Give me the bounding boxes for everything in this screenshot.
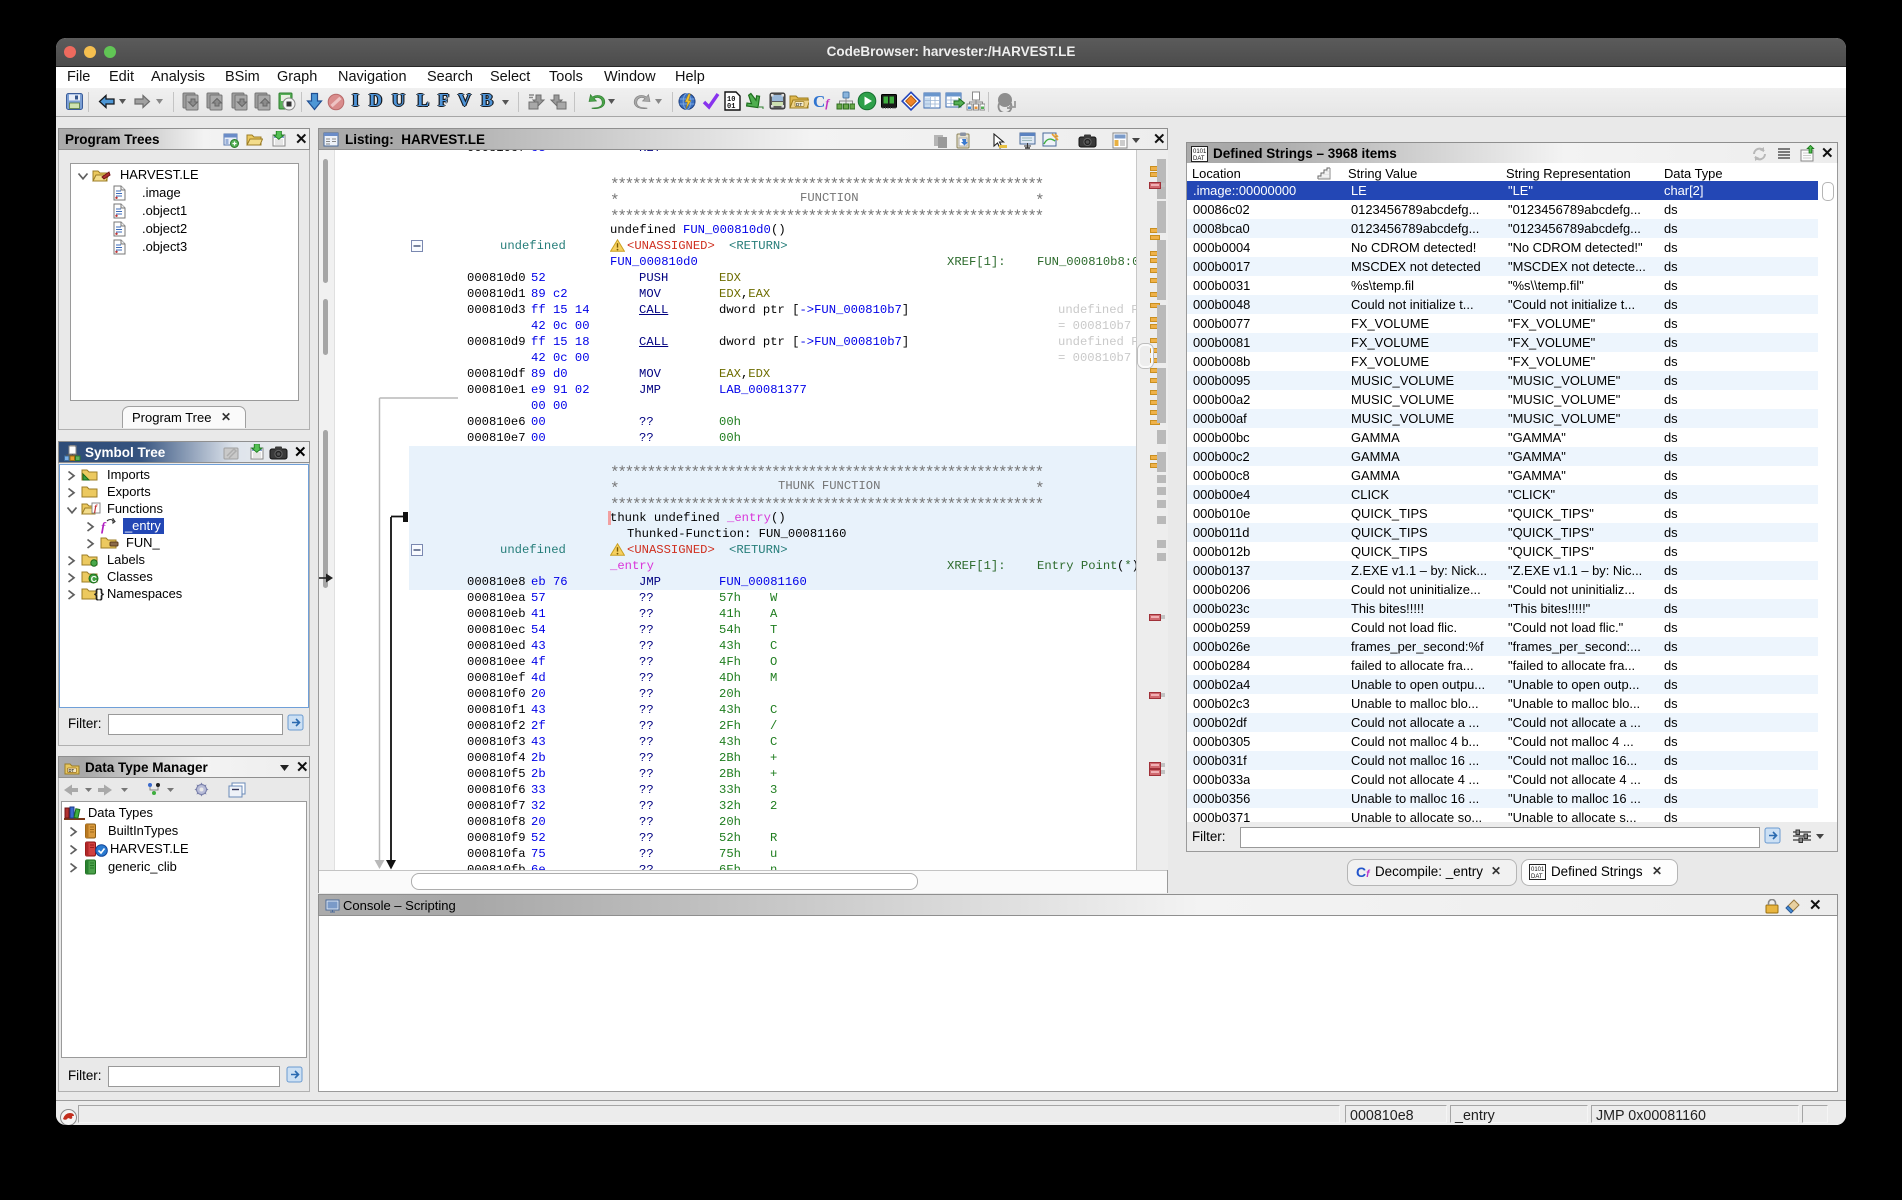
svg-text:f: f bbox=[101, 519, 107, 534]
svg-text:DT: DT bbox=[69, 768, 75, 773]
svg-text:0101: 0101 bbox=[1531, 867, 1545, 873]
svg-text:0101: 0101 bbox=[1193, 149, 1207, 155]
svg-text:DAT: DAT bbox=[1531, 874, 1543, 880]
svg-text:C: C bbox=[91, 574, 97, 584]
svg-text:DAT: DAT bbox=[1193, 156, 1205, 162]
